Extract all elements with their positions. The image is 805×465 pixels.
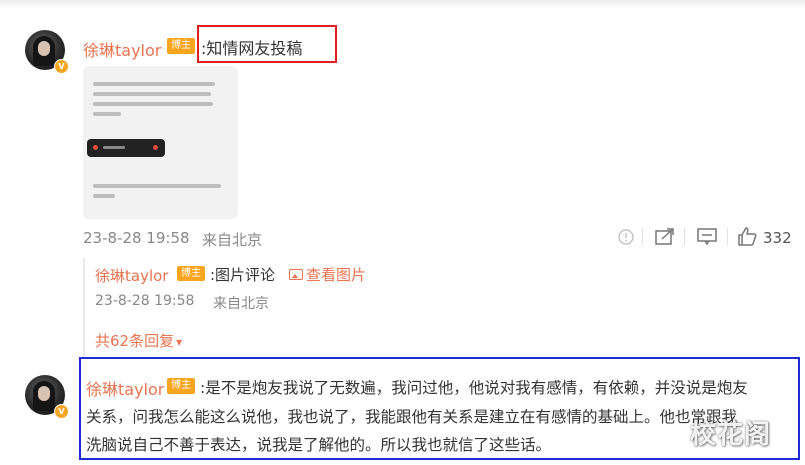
highlight-red-box <box>197 25 337 63</box>
like-icon[interactable] <box>737 227 757 246</box>
watermark: 校花阁 <box>690 420 772 450</box>
view-image-link[interactable]: 查看图片 <box>306 264 366 285</box>
verified-icon: V <box>54 404 69 419</box>
action-divider <box>642 228 643 246</box>
reply-source: 来自北京 <box>213 296 269 312</box>
action-divider <box>684 228 685 246</box>
reply-time: 23-8-28 19:58 <box>95 293 195 309</box>
post-image[interactable] <box>83 66 238 219</box>
top-edge <box>0 0 805 8</box>
blogger-badge: 博主 <box>177 266 205 281</box>
like-count: 332 <box>763 229 792 247</box>
report-icon[interactable] <box>618 229 634 245</box>
reply-thread-line <box>83 258 85 358</box>
share-icon[interactable] <box>655 228 675 246</box>
reply-text: :图片评论 <box>210 266 276 284</box>
blogger-badge: 博主 <box>167 38 195 54</box>
post-author-name[interactable]: 徐琳taylor <box>83 37 161 61</box>
chevron-down-icon: ▾ <box>176 335 183 349</box>
image-icon <box>289 269 303 280</box>
more-replies-link[interactable]: 共62条回复 ▾ <box>95 330 182 351</box>
more-replies-label: 共62条回复 <box>95 332 175 350</box>
reply-author-name[interactable]: 徐琳taylor <box>95 265 168 286</box>
post-time: 23-8-28 19:58 <box>83 229 190 247</box>
verified-icon: V <box>54 59 69 74</box>
action-divider <box>727 228 728 246</box>
comment-icon[interactable] <box>697 228 717 246</box>
image-dark-strip <box>87 139 165 157</box>
post-source: 来自北京 <box>202 231 263 249</box>
